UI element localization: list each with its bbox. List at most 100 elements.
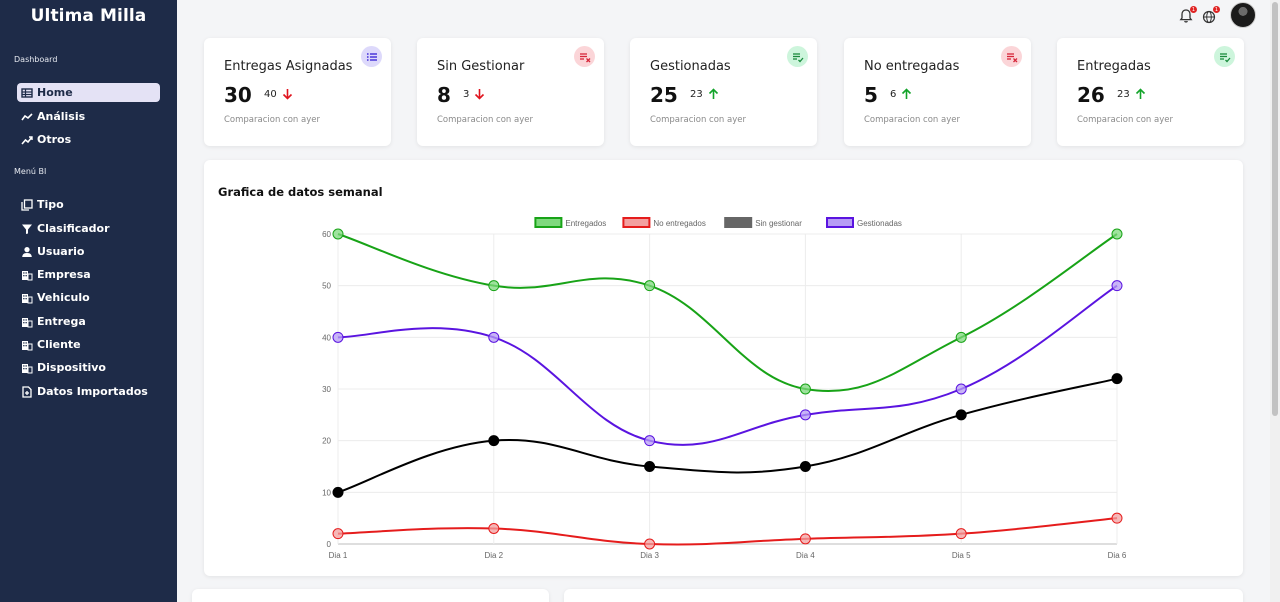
sidebar-item-empresa[interactable]: Empresa [17, 265, 160, 284]
sidebar-item-label: Dispositivo [37, 361, 106, 374]
x-tick-label: Dia 5 [952, 551, 971, 560]
kpi-badge [787, 46, 808, 67]
sidebar-item-usuario[interactable]: Usuario [17, 242, 160, 261]
notification-count-badge: 1 [1190, 6, 1197, 13]
filter-icon [21, 223, 33, 235]
sidebar-item-entrega[interactable]: Entrega [17, 312, 160, 331]
data-point-no-entregados[interactable] [488, 523, 500, 534]
kpi-compare: 3 [463, 88, 485, 100]
data-point-gestionadas[interactable] [1111, 280, 1123, 292]
notifications-button[interactable]: 1 [1179, 6, 1197, 24]
legend-swatch-gestionadas[interactable] [826, 217, 854, 228]
sidebar-item-clasificador[interactable]: Clasificador [17, 219, 160, 238]
sidebar-item-datos-importados[interactable]: Datos Importados [17, 382, 160, 401]
data-point-entregados[interactable] [488, 280, 500, 292]
data-point-no-entregados[interactable] [799, 533, 811, 545]
data-point-sin-gestionar[interactable] [1111, 373, 1123, 385]
data-point-no-entregados[interactable] [955, 528, 967, 540]
series-line-gestionadas [337, 284, 1118, 446]
y-tick-label: 10 [322, 488, 331, 497]
section-label-bi: Menú BI [14, 167, 47, 176]
kpi-value: 26 [1077, 83, 1105, 107]
data-point-sin-gestionar[interactable] [644, 461, 656, 472]
data-point-gestionadas[interactable] [955, 383, 967, 395]
kpi-badge [361, 46, 382, 67]
sidebar-item-label: Datos Importados [37, 385, 148, 398]
trend-up-icon [21, 134, 33, 146]
section-label-dashboard: Dashboard [14, 55, 58, 64]
legend-label-entregados[interactable]: Entregados [565, 219, 606, 228]
data-point-entregados[interactable] [799, 383, 811, 395]
kpi-card-entregadas: Entregadas 26 23 Comparacion con ayer [1057, 38, 1244, 146]
kpi-compare-value: 3 [463, 88, 470, 100]
data-point-gestionadas[interactable] [644, 435, 656, 447]
data-point-gestionadas[interactable] [799, 409, 811, 421]
x-tick-label: Dia 2 [484, 551, 503, 560]
kpi-title: Entregadas [1077, 59, 1151, 74]
arrow-up-icon [708, 88, 718, 99]
sidebar-item-otros[interactable]: Otros [17, 130, 160, 149]
legend-swatch-entregados[interactable] [534, 217, 563, 228]
y-tick-label: 60 [322, 230, 331, 239]
data-point-sin-gestionar[interactable] [955, 409, 967, 421]
sidebar-item-tipo[interactable]: Tipo [17, 195, 160, 214]
user-icon [21, 246, 33, 258]
list-check-icon [1219, 51, 1231, 63]
data-point-sin-gestionar[interactable] [488, 435, 500, 447]
sidebar-item-label: Clasificador [37, 222, 110, 235]
legend-label-sin-gestionar[interactable]: Sin gestionar [755, 219, 802, 228]
y-tick-label: 20 [322, 437, 331, 446]
series-line-entregados [337, 233, 1118, 393]
kpi-card-no-entregadas: No entregadas 5 6 Comparacion con ayer [844, 38, 1031, 146]
data-point-entregados[interactable] [955, 331, 967, 343]
x-tick-label: Dia 6 [1108, 551, 1127, 560]
legend-swatch-sin-gestionar[interactable] [724, 217, 753, 228]
legend-label-gestionadas[interactable]: Gestionadas [857, 219, 902, 228]
data-point-gestionadas[interactable] [488, 331, 500, 343]
list-x-icon [579, 51, 591, 63]
data-point-entregados[interactable] [1111, 228, 1123, 240]
file-plus-icon [21, 385, 33, 398]
kpi-value: 30 [224, 83, 252, 107]
data-point-sin-gestionar[interactable] [799, 461, 811, 472]
trend-icon [21, 111, 33, 123]
x-tick-label: Dia 1 [329, 551, 348, 560]
sidebar-item-vehiculo[interactable]: Vehiculo [17, 288, 160, 307]
user-avatar[interactable] [1230, 2, 1256, 28]
y-tick-label: 40 [322, 333, 331, 342]
kpi-compare: 23 [690, 88, 719, 100]
kpi-badge [1001, 46, 1022, 67]
sidebar-item-dispositivo[interactable]: Dispositivo [17, 358, 160, 377]
legend-label-no-entregados[interactable]: No entregados [653, 219, 705, 228]
arrow-down-icon [282, 89, 292, 100]
sidebar-item-label: Usuario [37, 245, 85, 258]
data-point-sin-gestionar[interactable] [332, 486, 344, 498]
building-icon [21, 339, 33, 351]
sidebar-item-label: Análisis [37, 110, 86, 123]
data-point-no-entregados[interactable] [644, 538, 656, 550]
sidebar-item-an-lisis[interactable]: Análisis [17, 107, 160, 126]
scrollbar-thumb[interactable] [1272, 2, 1278, 416]
data-point-entregados[interactable] [644, 280, 656, 292]
data-point-no-entregados[interactable] [1111, 512, 1123, 524]
kpi-compare-value: 23 [1117, 88, 1130, 100]
legend-swatch-no-entregados[interactable] [622, 217, 651, 228]
data-point-entregados[interactable] [332, 228, 344, 240]
language-button[interactable]: 1 [1202, 6, 1220, 24]
page-scrollbar[interactable] [1270, 0, 1280, 602]
sidebar-item-cliente[interactable]: Cliente [17, 335, 160, 354]
kpi-compare: 23 [1117, 88, 1146, 100]
x-tick-label: Dia 3 [640, 551, 659, 560]
kpi-title: Sin Gestionar [437, 59, 525, 74]
kpi-title: Entregas Asignadas [224, 59, 353, 74]
sidebar-item-home[interactable]: Home [17, 83, 160, 102]
y-tick-label: 50 [322, 282, 331, 291]
kpi-badge [574, 46, 595, 67]
data-point-no-entregados[interactable] [332, 528, 344, 540]
kpi-compare-value: 23 [690, 88, 703, 100]
y-tick-label: 0 [327, 540, 332, 549]
list-icon [366, 51, 378, 63]
data-point-gestionadas[interactable] [332, 331, 344, 343]
kpi-compare: 40 [264, 88, 293, 100]
kpi-badge [1214, 46, 1235, 67]
